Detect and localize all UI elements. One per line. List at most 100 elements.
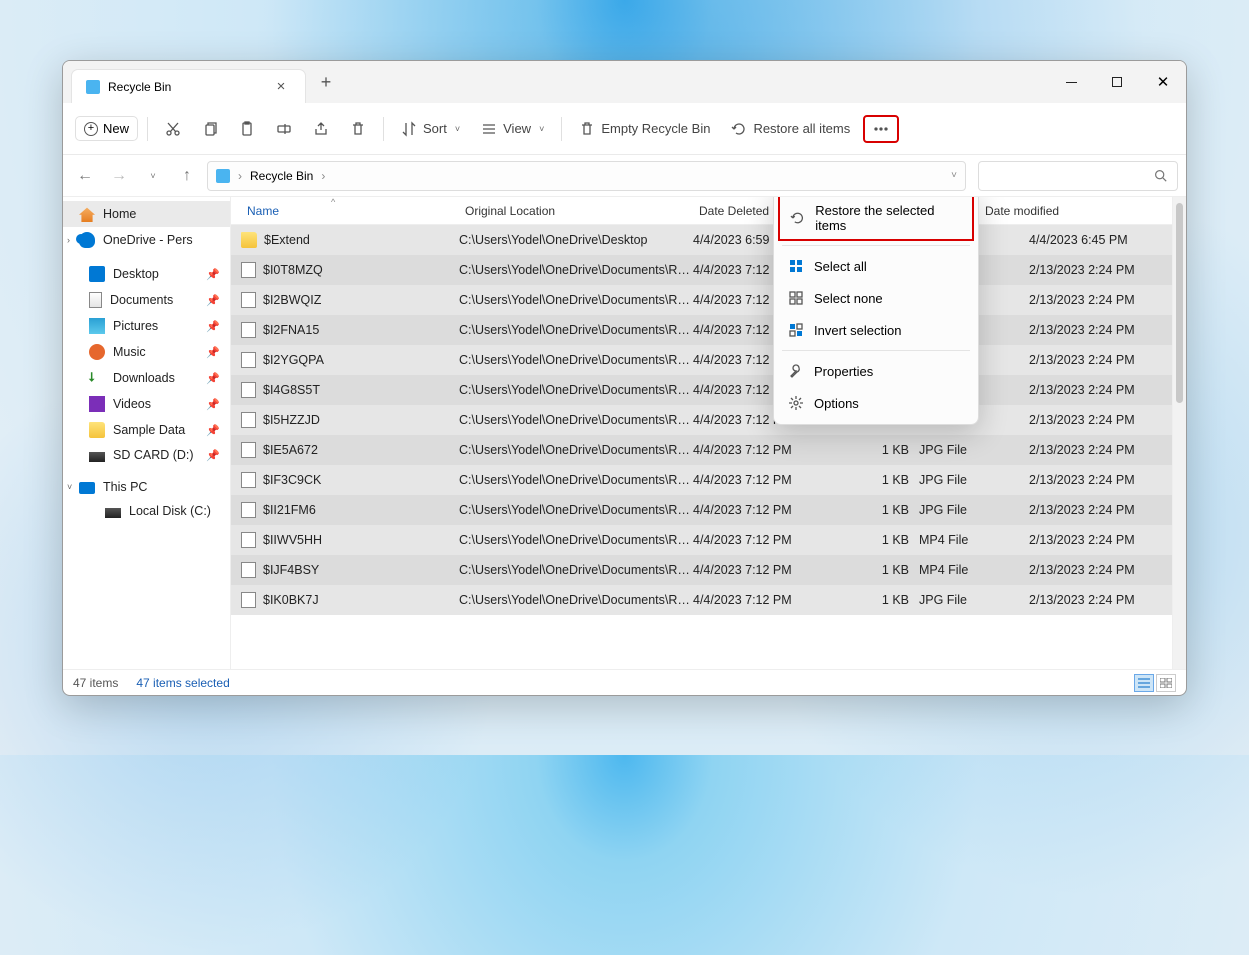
sidebar-item-pictures[interactable]: Pictures📌 [63,313,230,339]
file-icon [241,472,256,488]
recent-locations-button[interactable]: ˅ [139,162,167,190]
menu-invert-selection[interactable]: Invert selection [774,314,978,346]
pin-icon: 📌 [206,294,220,307]
scrollbar-thumb[interactable] [1176,203,1183,403]
sidebar-item-downloads[interactable]: ⭣Downloads📌 [63,365,230,391]
sidebar-item-sample-data[interactable]: Sample Data📌 [63,417,230,443]
sidebar-item-onedrive[interactable]: › OneDrive - Pers [63,227,230,253]
sort-button[interactable]: Sort [393,115,468,143]
sidebar-item-desktop[interactable]: Desktop📌 [63,261,230,287]
menu-select-none[interactable]: Select none [774,282,978,314]
breadcrumb-root[interactable]: Recycle Bin [250,169,313,183]
invert-icon [788,322,804,338]
download-icon: ⭣ [89,370,105,386]
nav-bar: ← → ˅ ↑ › Recycle Bin › ˅ [63,155,1186,197]
pin-icon: 📌 [206,398,220,411]
sidebar-item-documents[interactable]: Documents📌 [63,287,230,313]
file-icon [241,262,256,278]
close-tab-icon[interactable]: × [271,78,291,95]
file-list[interactable]: $Extend C:\Users\Yodel\OneDrive\Desktop … [231,225,1172,669]
table-row[interactable]: $IIWV5HH C:\Users\Yodel\OneDrive\Documen… [231,525,1172,555]
file-icon [241,232,257,248]
chevron-down-icon[interactable]: ˅ [67,482,72,492]
select-all-icon [788,258,804,274]
menu-properties[interactable]: Properties [774,355,978,387]
forward-button[interactable]: → [105,162,133,190]
separator [383,117,384,141]
table-row[interactable]: $I4G8S5T C:\Users\Yodel\OneDrive\Documen… [231,375,1172,405]
vertical-scrollbar[interactable] [1172,197,1186,669]
sidebar-item-music[interactable]: Music📌 [63,339,230,365]
menu-restore-selected[interactable]: Restore the selected items [778,197,974,241]
sidebar-item-local-disk[interactable]: Local Disk (C:) [63,499,230,523]
context-menu: Restore the selected items Select all Se… [773,197,979,425]
file-icon [241,562,256,578]
address-bar[interactable]: › Recycle Bin › ˅ [207,161,966,191]
table-row[interactable]: $I2BWQIZ C:\Users\Yodel\OneDrive\Documen… [231,285,1172,315]
view-button[interactable]: View [473,115,552,143]
table-row[interactable]: $IF3C9CK C:\Users\Yodel\OneDrive\Documen… [231,465,1172,495]
see-more-button[interactable] [863,115,899,143]
copy-button[interactable] [194,115,226,143]
separator [147,117,148,141]
table-row[interactable]: $I0T8MZQ C:\Users\Yodel\OneDrive\Documen… [231,255,1172,285]
trash-icon [350,121,366,137]
status-item-count: 47 items [73,676,118,690]
clipboard-icon [239,121,255,137]
restore-all-button[interactable]: Restore all items [723,115,858,143]
empty-recycle-bin-button[interactable]: Empty Recycle Bin [571,115,718,143]
rename-button[interactable] [268,115,300,143]
new-tab-button[interactable]: + [306,72,346,93]
new-button[interactable]: + New [75,116,138,141]
desk-icon [89,266,105,282]
trash-icon [579,121,595,137]
sidebar-item-this-pc[interactable]: ˅ This PC [63,475,230,499]
sidebar-item-videos[interactable]: Videos📌 [63,391,230,417]
sidebar-item-sd-card-d-[interactable]: SD CARD (D:)📌 [63,443,230,467]
doc-icon [89,292,102,308]
search-icon [1154,169,1167,182]
file-icon [241,352,256,368]
close-window-button[interactable]: ✕ [1140,62,1186,102]
table-row[interactable]: $IJF4BSY C:\Users\Yodel\OneDrive\Documen… [231,555,1172,585]
restore-icon [731,121,747,137]
chevron-down-icon[interactable]: ˅ [951,170,957,181]
column-header-location[interactable]: Original Location [459,204,693,218]
table-row[interactable]: $II21FM6 C:\Users\Yodel\OneDrive\Documen… [231,495,1172,525]
paste-button[interactable] [231,115,263,143]
cloud-icon [79,232,95,248]
table-row[interactable]: $IE5A672 C:\Users\Yodel\OneDrive\Documen… [231,435,1172,465]
file-explorer-window: Recycle Bin × + ✕ + New Sort View Empty … [62,60,1187,696]
table-row[interactable]: $I2YGQPA C:\Users\Yodel\OneDrive\Documen… [231,345,1172,375]
search-box[interactable] [978,161,1178,191]
pin-icon: 📌 [206,424,220,437]
table-row[interactable]: $Extend C:\Users\Yodel\OneDrive\Desktop … [231,225,1172,255]
delete-button[interactable] [342,115,374,143]
back-button[interactable]: ← [71,162,99,190]
table-row[interactable]: $I5HZZJD C:\Users\Yodel\OneDrive\Documen… [231,405,1172,435]
file-icon [241,322,256,338]
column-header-name[interactable]: Name [241,204,459,218]
cut-button[interactable] [157,115,189,143]
menu-select-all[interactable]: Select all [774,250,978,282]
plus-icon: + [84,122,98,136]
window-tab[interactable]: Recycle Bin × [71,69,306,103]
table-row[interactable]: $IK0BK7J C:\Users\Yodel\OneDrive\Documen… [231,585,1172,615]
file-icon [241,592,256,608]
menu-options[interactable]: Options [774,387,978,419]
sidebar-item-home[interactable]: Home [63,201,230,227]
recycle-bin-icon [216,169,230,183]
status-selected-count: 47 items selected [136,676,229,690]
file-icon [241,442,256,458]
share-button[interactable] [305,115,337,143]
maximize-button[interactable] [1094,62,1140,102]
up-button[interactable]: ↑ [173,162,201,190]
table-row[interactable]: $I2FNA15 C:\Users\Yodel\OneDrive\Documen… [231,315,1172,345]
column-header-modified[interactable]: Date modified [979,204,1109,218]
large-icons-view-button[interactable] [1156,674,1176,692]
window-controls: ✕ [1048,62,1186,102]
chevron-right-icon[interactable]: › [67,235,70,245]
details-view-button[interactable] [1134,674,1154,692]
undo-icon [790,210,805,226]
minimize-button[interactable] [1048,62,1094,102]
